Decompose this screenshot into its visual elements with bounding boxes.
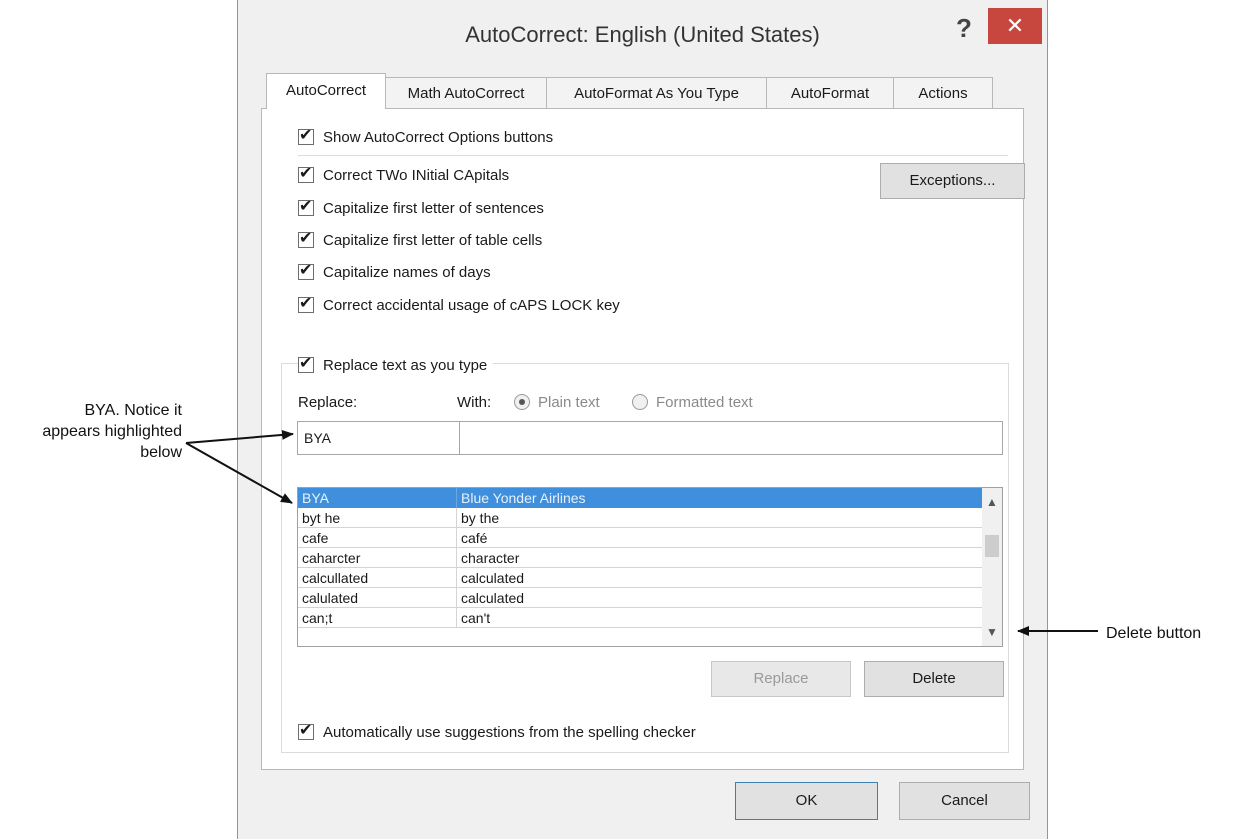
checkbox-label: Correct accidental usage of cAPS LOCK ke… (323, 297, 620, 314)
delete-button[interactable]: Delete (864, 661, 1004, 697)
list-item[interactable]: caharcter character (298, 548, 982, 568)
radio-button[interactable] (632, 394, 648, 410)
list-item[interactable]: cafe café (298, 528, 982, 548)
callout-line: below (140, 444, 182, 461)
column-divider (456, 488, 457, 508)
checkbox-label: Correct TWo INitial CApitals (323, 167, 510, 184)
column-divider (456, 608, 457, 628)
replace-as-you-type-checkbox[interactable]: ✔ Replace text as you type (298, 355, 494, 377)
cap-table-cells-checkbox[interactable]: ✔ Capitalize first letter of table cells (298, 230, 542, 252)
scroll-thumb[interactable] (985, 535, 999, 557)
dialog-title: AutoCorrect: English (United States) (465, 22, 820, 47)
checkbox-label: Capitalize names of days (323, 264, 491, 281)
chevron-up-icon[interactable]: ▲ (982, 492, 1002, 512)
autocorrect-panel: ✔ Show AutoCorrect Options buttons ✔ Corre… (261, 108, 1025, 770)
check-icon: ✔ (299, 198, 313, 215)
radio-button[interactable] (514, 394, 530, 410)
column-divider (456, 528, 457, 548)
two-initial-caps-checkbox[interactable]: ✔ Correct TWo INitial CApitals (298, 165, 509, 187)
autocorrect-entries-list[interactable]: BYA Blue Yonder Airlines byt he by the caf… (297, 487, 1003, 647)
entry-replace: BYA (302, 490, 329, 506)
callout-bya-note: BYA. Notice it appears highlighted below (0, 400, 182, 463)
entry-replace: byt he (302, 510, 341, 526)
replace-input[interactable]: BYA (297, 421, 460, 455)
close-button[interactable]: ✕ (988, 8, 1042, 44)
entry-replace: cafe (302, 530, 329, 546)
entry-with: by the (461, 510, 500, 526)
tab-autoformat[interactable]: AutoFormat (766, 77, 894, 108)
check-icon: ✔ (299, 262, 313, 279)
help-button[interactable]: ? (944, 8, 984, 48)
list-item[interactable]: BYA Blue Yonder Airlines (298, 488, 982, 508)
entry-with: café (461, 530, 488, 546)
plain-text-radio[interactable]: Plain text (514, 393, 600, 413)
entry-with: character (461, 550, 520, 566)
checkbox-box[interactable]: ✔ (298, 262, 314, 280)
tab-actions[interactable]: Actions (893, 77, 993, 108)
separator (298, 155, 1008, 156)
entry-replace: calulated (302, 590, 359, 606)
checkbox-label: Show AutoCorrect Options buttons (323, 129, 554, 146)
checkbox-box[interactable]: ✔ (298, 165, 314, 183)
check-icon: ✔ (299, 295, 313, 312)
spelling-suggestions-checkbox[interactable]: ✔ Automatically use suggestions from the … (298, 722, 696, 744)
entry-with: can't (461, 610, 491, 626)
checkbox-box[interactable]: ✔ (298, 198, 314, 216)
checkbox-label: Capitalize first letter of sentences (323, 200, 544, 217)
list-item[interactable]: calcullated calculated (298, 568, 982, 588)
title-bar: AutoCorrect: English (United States) ? ✕ (238, 0, 1047, 80)
checkbox-label: Capitalize first letter of table cells (323, 232, 543, 249)
show-options-checkbox[interactable]: ✔ Show AutoCorrect Options buttons (298, 127, 553, 149)
entry-replace: caharcter (302, 550, 361, 566)
radio-label: Formatted text (656, 394, 753, 411)
cap-days-checkbox[interactable]: ✔ Capitalize names of days (298, 262, 491, 284)
tab-autoformat-as-you-type[interactable]: AutoFormat As You Type (546, 77, 767, 108)
column-divider (456, 508, 457, 528)
checkbox-box[interactable]: ✔ (298, 355, 314, 373)
tab-autocorrect[interactable]: AutoCorrect (266, 73, 386, 109)
caps-lock-checkbox[interactable]: ✔ Correct accidental usage of cAPS LOCK k… (298, 295, 620, 317)
entry-replace: calcullated (302, 570, 369, 586)
callout-line: appears highlighted (42, 423, 182, 440)
checkbox-box[interactable]: ✔ (298, 127, 314, 145)
column-divider (456, 568, 457, 588)
entry-with: calculated (461, 570, 525, 586)
check-icon: ✔ (299, 722, 313, 739)
list-item[interactable]: can;t can't (298, 608, 982, 628)
entry-with: Blue Yonder Airlines (461, 490, 586, 506)
formatted-text-radio[interactable]: Formatted text (632, 393, 753, 413)
ok-button[interactable]: OK (735, 782, 878, 820)
callout-line: BYA. Notice it (84, 402, 182, 419)
cancel-button[interactable]: Cancel (899, 782, 1030, 820)
autocorrect-dialog: AutoCorrect: English (United States) ? ✕… (237, 0, 1048, 839)
chevron-down-icon[interactable]: ▼ (982, 622, 1002, 642)
list-scrollbar[interactable]: ▲ ▼ (982, 488, 1002, 646)
column-divider (456, 548, 457, 568)
with-label: With: (457, 394, 492, 411)
check-icon: ✔ (299, 165, 313, 182)
checkbox-box[interactable]: ✔ (298, 722, 314, 740)
checkbox-label: Replace text as you type (323, 357, 488, 374)
list-item[interactable]: byt he by the (298, 508, 982, 528)
check-icon: ✔ (299, 355, 313, 372)
callout-delete-button: Delete button (1106, 625, 1202, 642)
check-icon: ✔ (299, 127, 313, 144)
radio-selected-dot (519, 399, 525, 405)
cap-sentences-checkbox[interactable]: ✔ Capitalize first letter of sentences (298, 198, 544, 220)
replace-label: Replace: (298, 394, 358, 411)
checkbox-box[interactable]: ✔ (298, 295, 314, 313)
tab-math-autocorrect[interactable]: Math AutoCorrect (385, 77, 547, 108)
radio-label: Plain text (538, 394, 600, 411)
with-input[interactable] (459, 421, 1003, 455)
column-divider (456, 588, 457, 608)
checkbox-box[interactable]: ✔ (298, 230, 314, 248)
replace-button[interactable]: Replace (711, 661, 851, 697)
list-item[interactable]: calulated calculated (298, 588, 982, 608)
entry-replace: can;t (302, 610, 333, 626)
entry-with: calculated (461, 590, 525, 606)
check-icon: ✔ (299, 230, 313, 247)
checkbox-label: Automatically use suggestions from the s… (323, 724, 696, 741)
exceptions-button[interactable]: Exceptions... (880, 163, 1025, 199)
